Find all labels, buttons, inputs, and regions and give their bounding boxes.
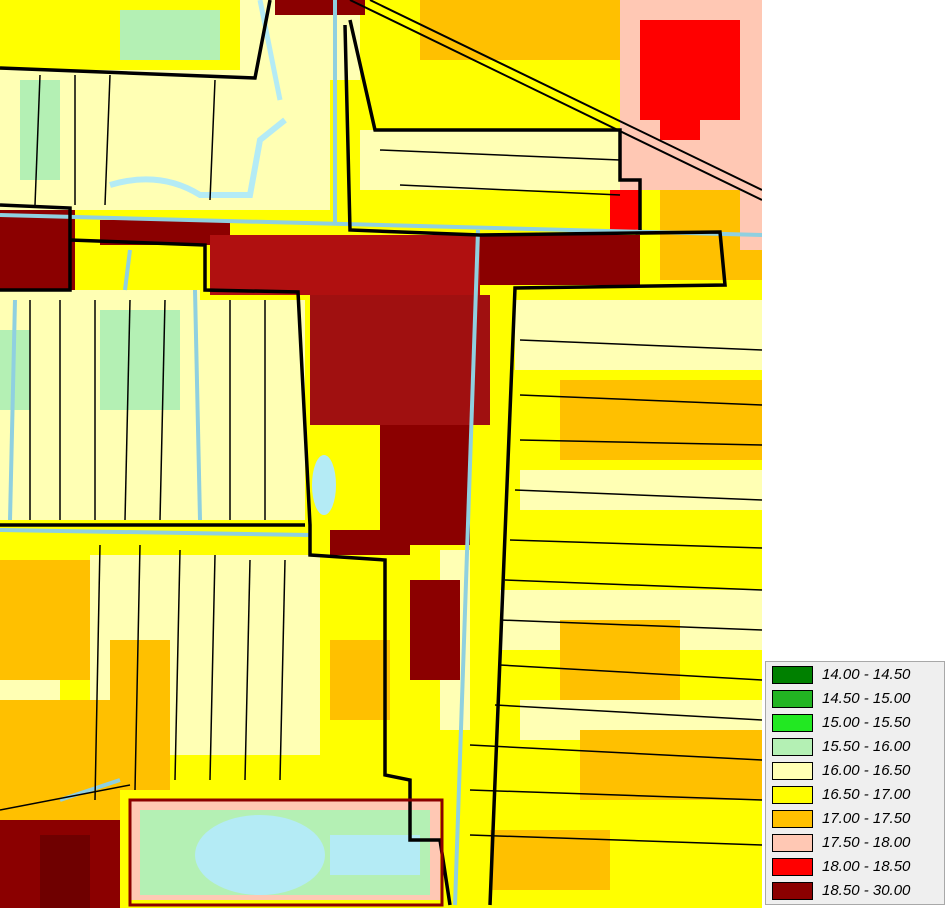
legend-swatch (772, 834, 813, 852)
legend-item: 15.50 - 16.00 (770, 736, 942, 758)
legend: 14.00 - 14.50 14.50 - 15.00 15.00 - 15.50 1… (765, 661, 945, 905)
legend-label: 16.50 - 17.00 (822, 786, 911, 803)
legend-swatch (772, 714, 813, 732)
legend-item: 14.00 - 14.50 (770, 664, 942, 686)
legend-item: 16.00 - 16.50 (770, 760, 942, 782)
temperature-map (0, 0, 762, 908)
legend-item: 16.50 - 17.00 (770, 784, 942, 806)
legend-label: 18.50 - 30.00 (822, 882, 911, 899)
legend-swatch (772, 690, 813, 708)
legend-swatch (772, 762, 813, 780)
legend-item: 17.50 - 18.00 (770, 832, 942, 854)
legend-label: 17.00 - 17.50 (822, 810, 911, 827)
legend-swatch (772, 666, 813, 684)
legend-item: 14.50 - 15.00 (770, 688, 942, 710)
legend-swatch (772, 786, 813, 804)
legend-label: 18.00 - 18.50 (822, 858, 911, 875)
legend-label: 14.00 - 14.50 (822, 666, 911, 683)
legend-swatch (772, 882, 813, 900)
legend-item: 15.00 - 15.50 (770, 712, 942, 734)
map-canvas (0, 0, 762, 908)
legend-item: 18.00 - 18.50 (770, 856, 942, 878)
legend-swatch (772, 858, 813, 876)
legend-label: 14.50 - 15.00 (822, 690, 911, 707)
legend-label: 16.00 - 16.50 (822, 762, 911, 779)
legend-swatch (772, 738, 813, 756)
legend-item: 17.00 - 17.50 (770, 808, 942, 830)
legend-label: 15.00 - 15.50 (822, 714, 911, 731)
legend-swatch (772, 810, 813, 828)
legend-label: 17.50 - 18.00 (822, 834, 911, 851)
legend-item: 18.50 - 30.00 (770, 880, 942, 902)
legend-label: 15.50 - 16.00 (822, 738, 911, 755)
